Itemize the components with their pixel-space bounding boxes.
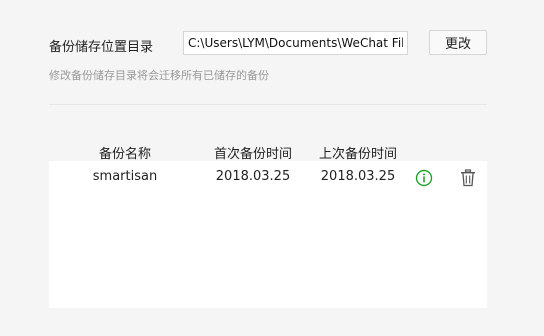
column-header-first-backup: 首次备份时间 xyxy=(213,147,292,162)
storage-hint: 修改备份储存目录将会迁移所有已储存的备份 xyxy=(49,69,269,82)
storage-location-label: 备份储存位置目录 xyxy=(49,40,154,55)
first-backup-time: 2018.03.25 xyxy=(215,169,291,184)
backup-name: smartisan xyxy=(92,169,158,184)
column-header-last-backup: 上次备份时间 xyxy=(318,147,397,162)
backup-list: smartisan 2018.03.25 2018.03.25 xyxy=(49,161,487,308)
backup-row[interactable]: smartisan 2018.03.25 2018.03.25 xyxy=(49,161,487,195)
column-header-name: 备份名称 xyxy=(98,147,151,162)
change-button[interactable]: 更改 xyxy=(429,30,487,55)
trash-icon[interactable] xyxy=(460,169,476,187)
info-icon[interactable] xyxy=(415,169,433,187)
storage-path-input[interactable] xyxy=(183,31,408,55)
divider xyxy=(49,104,487,105)
last-backup-time: 2018.03.25 xyxy=(320,169,396,184)
